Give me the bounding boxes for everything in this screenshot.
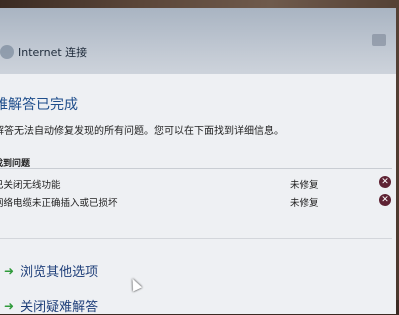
content-pane: 难解答已完成 解答无法自动修复发现的所有问题。您可以在下面找到详细信息。 找到问… bbox=[0, 74, 396, 315]
result-description: 解答无法自动修复发现的所有问题。您可以在下面找到详细信息。 bbox=[0, 126, 284, 137]
explore-options-link[interactable]: ➜ 浏览其他选项 bbox=[4, 261, 99, 281]
window-title: Internet 连接 bbox=[18, 46, 88, 59]
title-bar: Internet 连接 bbox=[0, 8, 396, 74]
title-row: Internet 连接 bbox=[0, 44, 87, 60]
error-icon: ✕ bbox=[379, 176, 391, 188]
page-title: 难解答已完成 bbox=[0, 97, 78, 113]
back-icon[interactable] bbox=[0, 45, 14, 59]
problem-name: 网络电缆未正确插入或已损坏 bbox=[0, 198, 118, 209]
arrow-right-icon: ➜ bbox=[4, 263, 15, 278]
arrow-right-icon: ➜ bbox=[4, 298, 15, 313]
problem-status: 未修复 bbox=[290, 198, 319, 209]
problem-row[interactable]: 网络电缆未正确插入或已损坏 未修复 ✕ bbox=[0, 194, 392, 211]
explore-options-label: 浏览其他选项 bbox=[20, 265, 99, 280]
problem-name: 已关闭无线功能 bbox=[0, 180, 61, 191]
divider bbox=[0, 238, 392, 239]
troubleshooter-window: Internet 连接 难解答已完成 解答无法自动修复发现的所有问题。您可以在下… bbox=[0, 8, 396, 315]
divider bbox=[0, 168, 392, 169]
close-troubleshooter-link[interactable]: ➜ 关闭疑难解答 bbox=[4, 296, 98, 315]
problem-status: 未修复 bbox=[290, 180, 319, 191]
help-icon[interactable] bbox=[372, 34, 386, 46]
problem-row[interactable]: 已关闭无线功能 未修复 ✕ bbox=[0, 176, 392, 193]
close-troubleshooter-label: 关闭疑难解答 bbox=[20, 300, 99, 315]
error-icon: ✕ bbox=[379, 194, 391, 206]
